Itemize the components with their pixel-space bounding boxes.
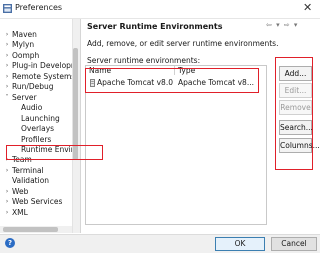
runtime-list-label: Server runtime environments: [87, 56, 201, 65]
chevron-down-icon[interactable]: ˅ [3, 93, 11, 101]
tree-item-label[interactable]: Overlays [21, 124, 54, 134]
tree-item-label[interactable]: Web Services [12, 197, 62, 207]
chevron-right-icon[interactable]: › [3, 187, 11, 195]
chevron-right-icon[interactable]: › [3, 166, 11, 174]
tree-item-label[interactable]: Web [12, 187, 28, 197]
tree-item-label[interactable]: Profilers [21, 135, 51, 145]
tree-item-label[interactable]: Validation [12, 176, 49, 186]
tree-item-label[interactable]: Launching [21, 114, 60, 124]
tree-item-label[interactable]: Terminal [12, 166, 44, 176]
window-title: Preferences [15, 3, 63, 12]
chevron-right-icon[interactable]: › [3, 208, 11, 216]
tree-horizontal-scroll-thumb[interactable] [3, 227, 58, 232]
page-description: Add, remove, or edit server runtime envi… [87, 39, 279, 48]
chevron-right-icon[interactable]: › [3, 82, 11, 90]
help-icon[interactable]: ? [5, 238, 15, 248]
close-icon[interactable]: ✕ [303, 1, 312, 14]
highlight-runtime-environments-item [6, 145, 103, 160]
tree-item-label[interactable]: Maven [12, 30, 37, 40]
tree-item-label[interactable]: Run/Debug [12, 82, 54, 92]
tree-item-label[interactable]: Oomph [12, 51, 39, 61]
tree-vertical-scroll-thumb[interactable] [73, 48, 78, 160]
tree-item-label[interactable]: Plug-in Developm [12, 61, 78, 71]
history-nav-icon[interactable]: ⇦ ▾ ⇨ ▾ [266, 21, 298, 29]
chevron-right-icon[interactable]: › [3, 30, 11, 38]
tree-item-label[interactable]: Mylyn [12, 40, 34, 50]
highlight-tomcat-row [85, 68, 259, 93]
chevron-right-icon[interactable]: › [3, 72, 11, 80]
tree-item-label[interactable]: Server [12, 93, 37, 103]
tree-item-label[interactable]: Audio [21, 103, 42, 113]
tree-item-label[interactable]: Remote Systems [12, 72, 75, 82]
chevron-right-icon[interactable]: › [3, 40, 11, 48]
chevron-right-icon[interactable]: › [3, 51, 11, 59]
app-icon [3, 4, 12, 13]
panel-divider[interactable] [80, 19, 81, 233]
cancel-button[interactable]: Cancel [271, 237, 317, 251]
chevron-right-icon[interactable]: › [3, 197, 11, 205]
ok-button[interactable]: OK [215, 237, 265, 251]
tree-item-label[interactable]: XML [12, 208, 28, 218]
chevron-right-icon[interactable]: › [3, 61, 11, 69]
page-title: Server Runtime Environments [87, 22, 223, 31]
highlight-action-buttons [275, 57, 313, 170]
